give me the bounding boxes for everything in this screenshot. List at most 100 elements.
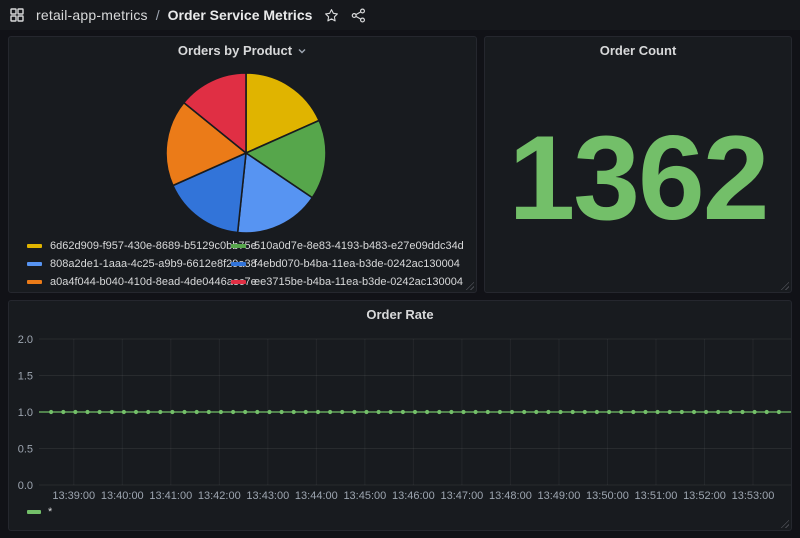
series-point [219, 410, 223, 414]
series-point [777, 410, 781, 414]
series-point [182, 410, 186, 414]
pie-legend-item[interactable]: 510a0d7e-8e83-4193-b483-e27e09ddc34d [231, 237, 466, 255]
breadcrumb-separator: / [156, 7, 160, 23]
series-point [474, 410, 478, 414]
pie-legend-item[interactable]: a0a4f044-b040-410d-8ead-4de0446aec7e [27, 273, 231, 291]
series-point [437, 410, 441, 414]
series-point [704, 410, 708, 414]
series-label: * [48, 506, 52, 518]
series-point [546, 410, 550, 414]
series-point [377, 410, 381, 414]
pie-chart[interactable] [164, 71, 328, 235]
series-point [765, 410, 769, 414]
pie-legend-item[interactable]: f4ebd070-b4ba-11ea-b3de-0242ac130004 [231, 255, 466, 273]
x-tick-label: 13:43:00 [246, 490, 289, 502]
y-tick-label: 0.5 [18, 444, 33, 456]
y-tick-label: 0.0 [18, 480, 33, 492]
series-point [61, 410, 65, 414]
stat-body: 1362 [485, 63, 791, 292]
x-tick-label: 13:48:00 [489, 490, 532, 502]
series-point [680, 410, 684, 414]
series-point [692, 410, 696, 414]
share-icon[interactable] [351, 8, 366, 23]
legend-swatch [231, 280, 246, 284]
series-point [668, 410, 672, 414]
series-point [558, 410, 562, 414]
series-point [631, 410, 635, 414]
series-point [449, 410, 453, 414]
x-tick-label: 13:39:00 [52, 490, 95, 502]
legend-label: 6d62d909-f957-430e-8689-b5129c0bb75e [50, 240, 257, 252]
series-point [146, 410, 150, 414]
x-tick-label: 13:42:00 [198, 490, 241, 502]
order-count-value: 1362 [509, 118, 768, 238]
pie-panel-title: Orders by Product [178, 43, 292, 58]
dashboards-grid-icon[interactable] [10, 8, 24, 22]
stat-panel-title: Order Count [600, 43, 677, 58]
graph-panel-title-button[interactable]: Order Rate [9, 301, 791, 327]
x-tick-label: 13:46:00 [392, 490, 435, 502]
breadcrumb-folder[interactable]: retail-app-metrics [36, 7, 148, 23]
legend-label: f4ebd070-b4ba-11ea-b3de-0242ac130004 [254, 258, 460, 270]
series-point [425, 410, 429, 414]
series-point [522, 410, 526, 414]
legend-label: 510a0d7e-8e83-4193-b483-e27e09ddc34d [254, 240, 464, 252]
series-point [510, 410, 514, 414]
x-tick-label: 13:49:00 [538, 490, 581, 502]
series-point [340, 410, 344, 414]
panel-orders-by-product: Orders by Product 6d62d909-f957-430e-868… [8, 36, 477, 293]
series-point [158, 410, 162, 414]
series-point [267, 410, 271, 414]
x-tick-label: 13:53:00 [732, 490, 775, 502]
panel-order-count: Order Count 1362 [484, 36, 792, 293]
legend-swatch [231, 244, 246, 248]
pie-legend-item[interactable]: 808a2de1-1aaa-4c25-a9b9-6612e8f29a38 [27, 255, 231, 273]
series-point [207, 410, 211, 414]
series-point [195, 410, 199, 414]
legend-swatch [27, 262, 42, 266]
panel-resize-handle[interactable] [780, 519, 789, 528]
series-point [73, 410, 77, 414]
series-point [583, 410, 587, 414]
series-point [461, 410, 465, 414]
panel-order-rate: Order Rate 2.01.51.00.50.013:39:0013:40:… [8, 300, 792, 531]
series-point [364, 410, 368, 414]
legend-label: a0a4f044-b040-410d-8ead-4de0446aec7e [50, 276, 257, 288]
pie-legend-item[interactable]: ee3715be-b4ba-11ea-b3de-0242ac130004 [231, 273, 466, 291]
x-tick-label: 13:45:00 [343, 490, 386, 502]
chevron-down-icon [297, 46, 307, 56]
series-point [280, 410, 284, 414]
pie-legend: 6d62d909-f957-430e-8689-b5129c0bb75e510a… [27, 237, 466, 291]
series-point [316, 410, 320, 414]
series-point [753, 410, 757, 414]
breadcrumb-dashboard-title[interactable]: Order Service Metrics [168, 7, 313, 23]
series-point [85, 410, 89, 414]
graph-panel-title: Order Rate [366, 307, 433, 322]
pie-legend-item[interactable]: 6d62d909-f957-430e-8689-b5129c0bb75e [27, 237, 231, 255]
series-point [534, 410, 538, 414]
pie-panel-title-button[interactable]: Orders by Product [9, 37, 476, 63]
stat-panel-title-button[interactable]: Order Count [485, 37, 791, 63]
series-point [110, 410, 114, 414]
series-point [328, 410, 332, 414]
series-point [304, 410, 308, 414]
series-point [243, 410, 247, 414]
panel-resize-handle[interactable] [465, 281, 474, 290]
series-point [486, 410, 490, 414]
x-tick-label: 13:44:00 [295, 490, 338, 502]
top-navbar: retail-app-metrics / Order Service Metri… [0, 0, 800, 30]
series-point [656, 410, 660, 414]
legend-label: 808a2de1-1aaa-4c25-a9b9-6612e8f29a38 [50, 258, 257, 270]
x-tick-label: 13:40:00 [101, 490, 144, 502]
series-point [413, 410, 417, 414]
x-tick-label: 13:50:00 [586, 490, 629, 502]
series-point [619, 410, 623, 414]
star-icon[interactable] [324, 8, 339, 23]
legend-swatch [27, 280, 42, 284]
series-point [292, 410, 296, 414]
order-rate-graph[interactable]: 2.01.51.00.50.013:39:0013:40:0013:41:001… [9, 327, 791, 509]
x-tick-label: 13:52:00 [683, 490, 726, 502]
graph-legend-item[interactable]: * [27, 504, 52, 520]
legend-label: ee3715be-b4ba-11ea-b3de-0242ac130004 [254, 276, 463, 288]
series-point [389, 410, 393, 414]
